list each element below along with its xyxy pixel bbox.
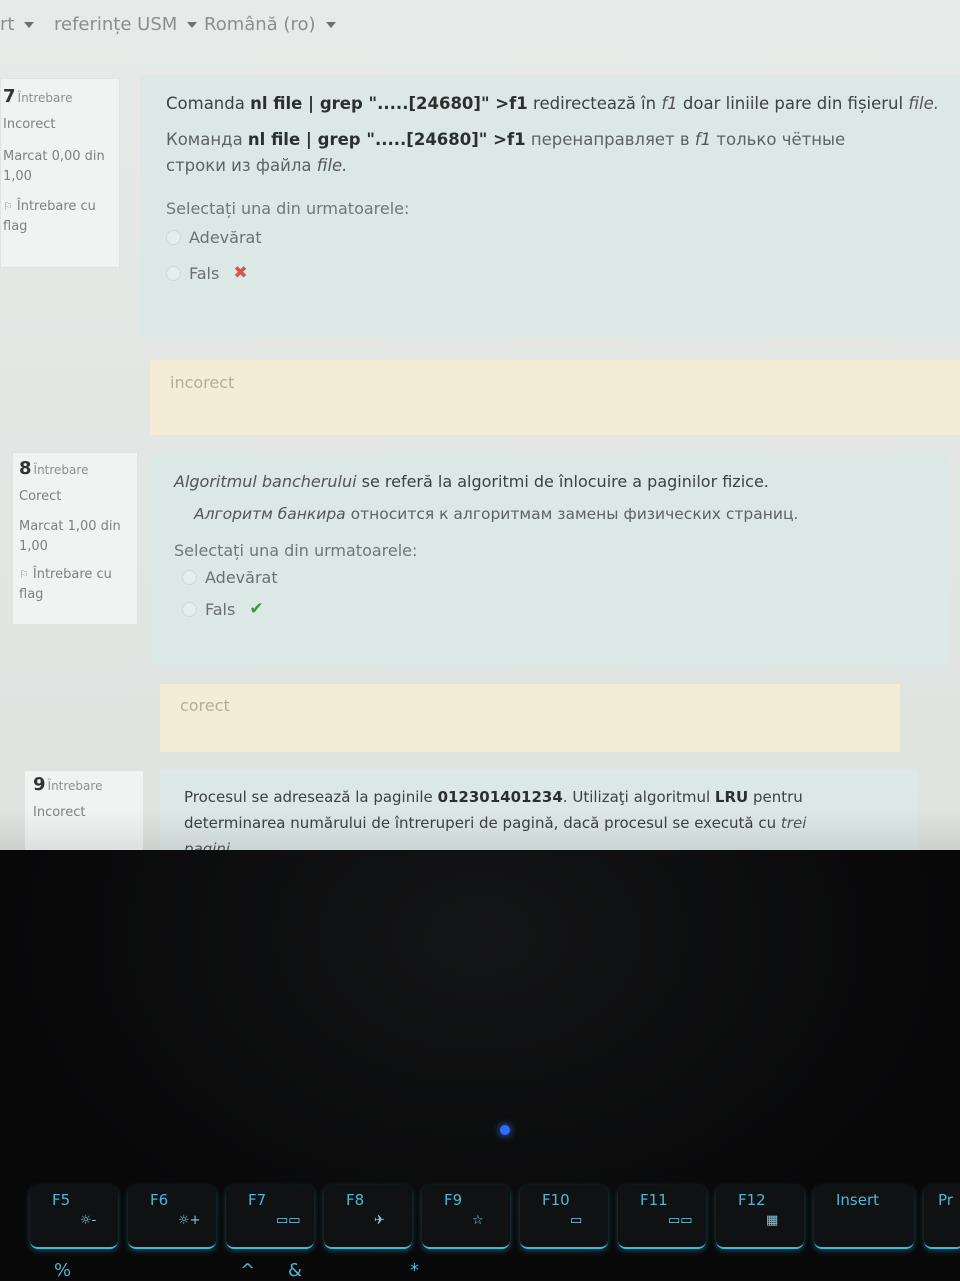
question-text-ru: Команда nl file | grep ".....[24680]" >f… — [166, 130, 846, 175]
display-icon: ▭▭ — [276, 1213, 301, 1228]
question-label: Întrebare — [47, 779, 103, 793]
key-percent[interactable]: % — [54, 1260, 71, 1281]
airplane-mode-icon: ✈ — [374, 1213, 385, 1228]
camera-led-indicator — [500, 1125, 510, 1135]
key-print-screen[interactable]: Pr — [924, 1185, 960, 1249]
question-number: 7 — [3, 86, 16, 107]
nav-item-references[interactable]: referințe USM — [54, 14, 198, 35]
question-state: Incorect — [33, 805, 86, 820]
question-grade: Marcat 0,00 din 1,00 — [3, 149, 105, 184]
option-true[interactable]: Adevărat — [182, 568, 924, 587]
radio-button[interactable] — [166, 230, 181, 245]
flag-question-link[interactable]: ⚐ Întrebare cu flag — [3, 197, 107, 237]
key-f6[interactable]: F6 ☼+ — [128, 1185, 216, 1249]
option-false[interactable]: Fals ✖ — [166, 263, 960, 283]
chevron-down-icon — [187, 22, 198, 28]
chevron-down-icon — [325, 22, 336, 28]
question-text-ro: Algoritmul bancherului se referă la algo… — [174, 472, 769, 491]
key-ampersand[interactable]: & — [288, 1260, 302, 1281]
key-insert[interactable]: Insert — [814, 1185, 914, 1249]
key-f9[interactable]: F9 ☆ — [422, 1185, 510, 1249]
question-text-ru: Алгоритм банкира относится к алгоритмам … — [194, 505, 799, 523]
question-info-7: 7 Întrebare Incorect Marcat 0,00 din 1,00… — [0, 78, 120, 268]
calculator-icon: ▦ — [766, 1213, 779, 1228]
browser-screen: rt referințe USM Română (ro) 7 Întrebare … — [0, 0, 960, 850]
question-info-9: 9 Întrebare Incorect — [24, 770, 144, 850]
key-asterisk[interactable]: * — [410, 1260, 419, 1281]
question-card-9: Procesul se adresează la paginile 012301… — [160, 770, 918, 850]
keyboard-icon: ▭▭ — [668, 1213, 693, 1228]
question-info-8: 8 Întrebare Corect Marcat 1,00 din 1,00 ⚐… — [12, 452, 138, 625]
question-number: 8 — [19, 458, 32, 479]
radio-button[interactable] — [182, 570, 197, 585]
flag-icon: ⚐ — [19, 568, 29, 581]
favorite-icon: ☆ — [472, 1213, 484, 1228]
flag-question-link[interactable]: ⚐ Întrebare cu flag — [19, 565, 123, 605]
question-label: Întrebare — [33, 463, 89, 477]
key-f5[interactable]: F5 ☼- — [30, 1185, 118, 1249]
incorrect-icon: ✖ — [233, 263, 248, 283]
question-card-8: Algoritmul bancherului se referă la algo… — [150, 455, 948, 665]
nav-item-language[interactable]: Română (ro) — [204, 14, 336, 35]
question-label: Întrebare — [17, 91, 73, 105]
question-text: Procesul se adresează la paginile 012301… — [184, 788, 807, 850]
question-text-ro: Comanda nl file | grep ".....[24680]" >f… — [166, 94, 939, 113]
key-f8[interactable]: F8 ✈ — [324, 1185, 412, 1249]
radio-button[interactable] — [166, 265, 181, 281]
key-f11[interactable]: F11 ▭▭ — [618, 1185, 706, 1249]
key-caret[interactable]: ^ — [240, 1260, 255, 1281]
key-f7[interactable]: F7 ▭▭ — [226, 1185, 314, 1249]
question-grade: Marcat 1,00 din 1,00 — [19, 519, 121, 554]
chevron-down-icon — [24, 22, 35, 28]
key-f12[interactable]: F12 ▦ — [716, 1185, 804, 1249]
nav-item-support[interactable]: rt — [0, 14, 35, 35]
option-true[interactable]: Adevărat — [166, 228, 960, 247]
key-f10[interactable]: F10 ▭ — [520, 1185, 608, 1249]
touchpad-icon: ▭ — [570, 1213, 583, 1228]
correct-checkmark-icon: ✔ — [249, 599, 264, 619]
question-number: 9 — [33, 774, 46, 795]
option-false[interactable]: Fals ✔ — [182, 599, 924, 619]
feedback-7: incorect — [150, 360, 960, 435]
brightness-up-icon: ☼+ — [178, 1213, 201, 1228]
question-state: Incorect — [3, 117, 56, 132]
laptop-keyboard-area: F5 ☼- F6 ☼+ F7 ▭▭ F8 ✈ F9 ☆ F10 ▭ F11 ▭▭ F12 ▦ I… — [0, 850, 960, 1281]
answer-prompt: Selectați una din urmatoarele: — [174, 541, 418, 560]
answer-prompt: Selectați una din urmatoarele: — [166, 199, 410, 218]
question-state: Corect — [19, 489, 62, 504]
top-navigation: rt referințe USM Română (ro) — [0, 0, 960, 52]
flag-icon: ⚐ — [3, 200, 13, 213]
brightness-down-icon: ☼- — [80, 1213, 97, 1228]
question-card-7: Comanda nl file | grep ".....[24680]" >f… — [140, 75, 960, 337]
radio-button[interactable] — [182, 601, 197, 617]
feedback-8: corect — [160, 684, 900, 752]
